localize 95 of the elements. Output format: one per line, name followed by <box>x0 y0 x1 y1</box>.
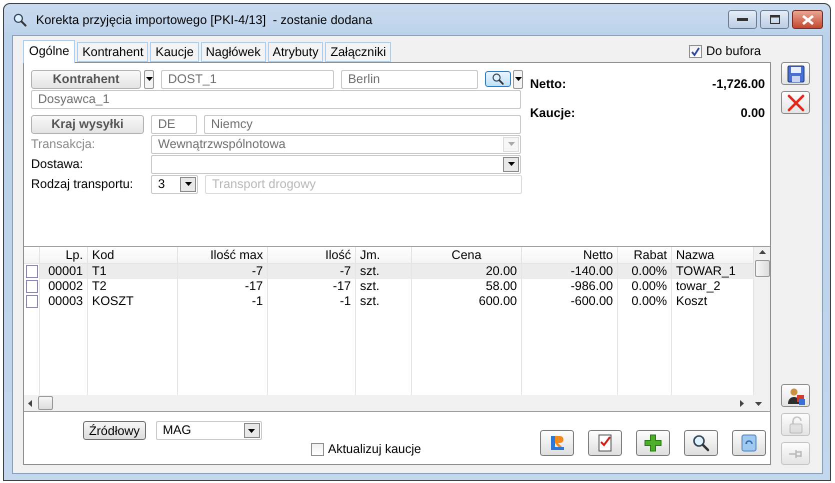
search-button[interactable] <box>684 430 718 456</box>
summary-label: Netto: <box>530 77 566 91</box>
caret-icon <box>184 182 192 186</box>
table-cell: 0.00% <box>618 279 672 294</box>
recycle-bin-icon <box>739 433 759 453</box>
tab[interactable]: Atrybuty <box>268 42 324 62</box>
scroll-thumb[interactable] <box>754 260 770 277</box>
table-cell: -140.00 <box>522 264 618 279</box>
table-cell: szt. <box>356 279 412 294</box>
search-icon <box>491 72 506 86</box>
summary-value: -1,726.00 <box>712 77 765 91</box>
row-checkbox[interactable] <box>26 295 38 308</box>
save-button[interactable] <box>781 62 810 85</box>
checkbox[interactable] <box>689 44 702 58</box>
summary-label: Kaucje: <box>530 106 576 120</box>
window-title: Korekta przyjęcia importowego [PKI-4/13] - zostanie dodana <box>36 12 374 26</box>
minimize-button[interactable] <box>728 10 757 29</box>
tab[interactable]: Kontrahent <box>77 42 148 62</box>
table-cell: -600.00 <box>522 294 618 309</box>
country-name-field[interactable]: Niemcy <box>204 114 521 134</box>
transport-name-field: Transport drogowy <box>205 174 522 194</box>
table-cell: T1 <box>88 264 178 279</box>
contractor-code-field[interactable]: DOST_1 <box>161 70 334 88</box>
arrow-icon <box>740 400 744 406</box>
close-button[interactable] <box>792 10 823 29</box>
arrow-icon <box>28 400 32 406</box>
country-button[interactable]: Kraj wysyłki <box>31 114 144 134</box>
table-cell: -17 <box>178 279 268 294</box>
field-label: Rodzaj transportu: <box>31 177 134 191</box>
caret-icon <box>248 428 256 432</box>
logo-button[interactable] <box>540 430 574 456</box>
add-button[interactable] <box>636 430 670 456</box>
caret-icon <box>146 77 153 81</box>
arrow-icon <box>758 250 766 254</box>
table-cell: szt. <box>356 264 412 279</box>
caret-icon <box>508 142 514 146</box>
scrollbar[interactable] <box>24 395 770 411</box>
contractor-button[interactable]: Kontrahent <box>31 70 142 88</box>
save-icon <box>786 64 806 84</box>
table-cell: 20.00 <box>412 264 522 279</box>
row-checkbox[interactable] <box>26 265 38 278</box>
table-cell: -7 <box>178 264 268 279</box>
document-button[interactable] <box>588 430 622 456</box>
close-icon <box>802 14 814 24</box>
table-cell: KOSZT <box>88 294 178 309</box>
tab[interactable]: Kaucje <box>150 42 199 62</box>
table-cell: 00001 <box>40 264 88 279</box>
tab[interactable]: Załączniki <box>325 42 392 62</box>
scroll-thumb[interactable] <box>38 396 53 410</box>
table-cell: -17 <box>268 279 356 294</box>
add-icon <box>643 433 663 453</box>
field-label: Dostawa: <box>31 157 84 171</box>
table-cell: -1 <box>268 294 356 309</box>
cancel-icon <box>786 92 806 112</box>
warehouse-dropdown[interactable]: MAG <box>156 421 262 440</box>
row-checkbox[interactable] <box>26 280 38 293</box>
person-button[interactable] <box>781 384 810 407</box>
table-cell: -7 <box>268 264 356 279</box>
table-cell: 00003 <box>40 294 88 309</box>
cancel-button[interactable] <box>781 91 810 114</box>
table-cell: TOWAR_1 <box>672 264 754 279</box>
search-icon <box>12 12 28 28</box>
checkbox-label[interactable]: Aktualizuj kaucje <box>328 442 422 456</box>
table-cell: szt. <box>356 294 412 309</box>
maximize-button[interactable] <box>760 10 789 29</box>
tab[interactable]: Nagłówek <box>200 42 266 62</box>
caret-icon <box>514 77 522 81</box>
table-cell: 0.00% <box>618 264 672 279</box>
minimize-icon <box>737 18 748 22</box>
search-icon <box>691 433 711 453</box>
table-cell: 0.00% <box>618 294 672 309</box>
field-label: Transakcja: <box>31 137 96 151</box>
table-cell: T2 <box>88 279 178 294</box>
checkbox[interactable] <box>311 442 324 456</box>
tab[interactable]: Ogólne <box>23 40 76 63</box>
menu-button[interactable] <box>144 70 154 88</box>
delete-button[interactable] <box>732 430 766 456</box>
menu-button[interactable] <box>513 70 523 88</box>
country-code-field[interactable]: DE <box>151 114 197 134</box>
table-cell: 00002 <box>40 279 88 294</box>
table-cell: -986.00 <box>522 279 618 294</box>
table-cell: 600.00 <box>412 294 522 309</box>
table-cell: 58.00 <box>412 279 522 294</box>
lookup-button[interactable] <box>484 71 512 87</box>
maximize-icon <box>770 15 780 24</box>
contractor-name-field[interactable]: Dosyawca_1 <box>31 90 521 108</box>
city-field[interactable]: Berlin <box>340 70 478 88</box>
checkbox-label[interactable]: Do bufora <box>706 44 761 58</box>
table-cell: -1 <box>178 294 268 309</box>
source-button[interactable]: Źródłowy <box>83 421 146 440</box>
transport-code-dropdown[interactable]: 3 <box>151 174 198 194</box>
person-icon <box>786 386 806 406</box>
scrollbar[interactable] <box>754 247 770 395</box>
summary-value: 0.00 <box>740 106 765 120</box>
caret-icon <box>508 162 514 166</box>
